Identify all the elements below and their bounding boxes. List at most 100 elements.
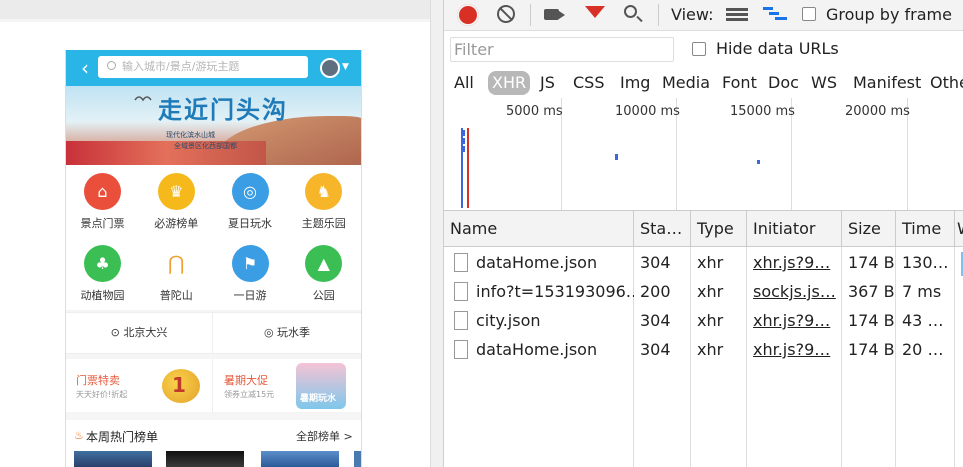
timeline-tick: 10000 ms [615, 104, 680, 119]
column-initiator[interactable]: Initiator [747, 211, 842, 247]
record-icon[interactable] [457, 4, 479, 26]
cell-initiator[interactable]: sockjs.js… [747, 277, 842, 306]
user-avatar-icon[interactable] [320, 58, 340, 78]
hot-thumbnail[interactable] [166, 451, 244, 467]
category-item[interactable]: ♞ 主题乐园 [287, 165, 360, 237]
cell-time: 130… [902, 253, 949, 272]
summer-sale-image: 暑期玩水 [296, 363, 346, 409]
cell-name: city.json [476, 311, 541, 330]
preview-topbar-shadow [0, 19, 430, 22]
request-bars [463, 130, 471, 152]
network-overview-timeline[interactable]: 5000 ms 10000 ms 15000 ms 20000 ms [444, 98, 963, 211]
filter-othe[interactable]: Othe [926, 71, 963, 95]
category-item[interactable]: ◎ 夏日玩水 [214, 165, 287, 237]
column-type[interactable]: Type [691, 211, 747, 247]
filter-font[interactable]: Font [718, 71, 761, 95]
hide-data-urls-checkbox[interactable] [692, 42, 706, 56]
back-arrow-icon[interactable]: ‹ [74, 56, 96, 80]
request-bar [757, 160, 760, 164]
search-icon[interactable] [624, 5, 637, 18]
all-lists-link[interactable]: 全部榜单 > [296, 428, 353, 444]
category-label: 主题乐园 [301, 217, 346, 230]
cell-initiator[interactable]: xhr.js?9… [747, 335, 842, 364]
cell-time: 7 ms [902, 282, 942, 301]
cell-type: xhr [697, 282, 724, 301]
summer-sale-subtitle: 领券立减15元 [224, 390, 275, 399]
file-icon [454, 282, 468, 301]
promo-row: 门票特卖 天天好价!折起 1 暑期大促 领券立减15元 暑期玩水 [66, 359, 361, 412]
waterfall-icon[interactable] [763, 7, 787, 23]
category-item[interactable]: ⋂ 普陀山 [140, 237, 213, 309]
filter-img[interactable]: Img [616, 71, 654, 95]
filter-all[interactable]: All [450, 71, 478, 95]
filter-doc[interactable]: Doc [764, 71, 803, 95]
category-label: 夏日玩水 [228, 217, 272, 230]
page-preview: ‹ 输入城市/景点/游玩主题 ▼ 走近门头沟 现代化滨水山城 全域景区化西部国都… [0, 0, 444, 467]
request-row[interactable]: city.json 304 xhr xhr.js?9… 174 B 43 … [444, 306, 963, 335]
cell-initiator[interactable]: xhr.js?9… [747, 248, 842, 277]
category-item[interactable]: ⚑ 一日游 [214, 237, 287, 309]
timeline-tick: 15000 ms [730, 104, 795, 119]
view-label: View: [671, 5, 714, 24]
banner-subtitle: 现代化滨水山城 [166, 131, 215, 139]
group-by-frame-checkbox[interactable] [802, 7, 816, 21]
ticket-sale-card[interactable]: 门票特卖 天天好价!折起 1 [66, 359, 213, 412]
ticket-sale-image: 1 [162, 369, 200, 403]
filter-media[interactable]: Media [658, 71, 714, 95]
file-icon [454, 253, 468, 272]
category-item[interactable]: ▲ 公园 [287, 237, 360, 309]
search-input[interactable]: 输入城市/景点/游玩主题 [98, 56, 308, 78]
hot-thumbnail[interactable] [261, 451, 339, 467]
category-label: 动植物园 [80, 289, 125, 302]
cell-time: 20 … [902, 340, 944, 359]
devtools-network-panel: View: Group by frame Filter Hide data UR… [444, 0, 963, 467]
column-name[interactable]: Name [444, 211, 634, 247]
cell-size: 367 B [848, 282, 895, 301]
category-item[interactable]: ⌂ 景点门票 [66, 165, 139, 237]
cell-name: info?t=153193096… [476, 282, 634, 301]
category-label: 一日游 [233, 289, 267, 302]
file-icon [454, 311, 468, 330]
request-row[interactable]: dataHome.json 304 xhr xhr.js?9… 174 B 20 … [444, 335, 963, 364]
cell-status: 200 [640, 282, 671, 301]
promo-banner[interactable]: 走近门头沟 现代化滨水山城 全域景区化西部国都 [66, 86, 361, 165]
filter-js[interactable]: JS [536, 71, 559, 95]
location-beijing-daxing[interactable]: ⊙ 北京大兴 [66, 313, 213, 353]
column-status[interactable]: Sta… [634, 211, 691, 247]
filter-xhr[interactable]: XHR [488, 71, 531, 95]
caret-down-icon[interactable]: ▼ [342, 62, 349, 72]
banner-subtitle-2: 全域景区化西部国都 [174, 142, 237, 150]
clear-icon[interactable] [497, 5, 515, 23]
large-rows-icon[interactable] [726, 8, 748, 22]
panel-splitter[interactable] [430, 0, 444, 467]
summer-sale-card[interactable]: 暑期大促 领券立减15元 暑期玩水 [214, 359, 361, 412]
resource-type-filters: All XHRJS CSS ImgMediaFontDocWS ManifestOthe [444, 67, 963, 99]
hot-thumbnail[interactable] [74, 451, 152, 467]
column-time[interactable]: Time [896, 211, 955, 247]
column-size[interactable]: Size [842, 211, 896, 247]
hot-list-title: 本周热门榜单 [86, 430, 159, 444]
camera-icon[interactable] [544, 9, 565, 20]
request-row[interactable]: dataHome.json 304 xhr xhr.js?9… 174 B 130… [444, 248, 963, 277]
requests-table: Name Sta… Type Initiator Size Time W dat… [444, 211, 963, 467]
category-item[interactable]: ♛ 必游榜单 [140, 165, 213, 237]
water-season-link[interactable]: ◎ 玩水季 [213, 313, 361, 353]
location-row: ⊙ 北京大兴 ◎ 玩水季 [66, 312, 361, 354]
park-icon: ▲ [305, 245, 343, 282]
filter-icon[interactable] [585, 6, 605, 18]
flag-icon: ⚑ [231, 245, 269, 282]
request-row[interactable]: info?t=153193096… 200 xhr sockjs.js… 367 B 7 … [444, 277, 963, 306]
filter-ws[interactable]: WS [807, 71, 841, 95]
cell-size: 174 B [848, 340, 895, 359]
cell-initiator[interactable]: xhr.js?9… [747, 306, 842, 335]
category-item[interactable]: ♣ 动植物园 [66, 237, 139, 309]
hot-thumbnail[interactable] [354, 451, 361, 467]
toolbar-divider [658, 4, 659, 26]
cell-status: 304 [640, 340, 671, 359]
temple-icon: ⌂ [84, 173, 121, 210]
filter-manifest[interactable]: Manifest [849, 71, 925, 95]
filter-css[interactable]: CSS [569, 71, 608, 95]
hot-list-section: ♨ 本周热门榜单 全部榜单 > [66, 420, 361, 467]
filter-input[interactable]: Filter [450, 37, 674, 62]
column-waterfall[interactable]: W [955, 211, 963, 247]
